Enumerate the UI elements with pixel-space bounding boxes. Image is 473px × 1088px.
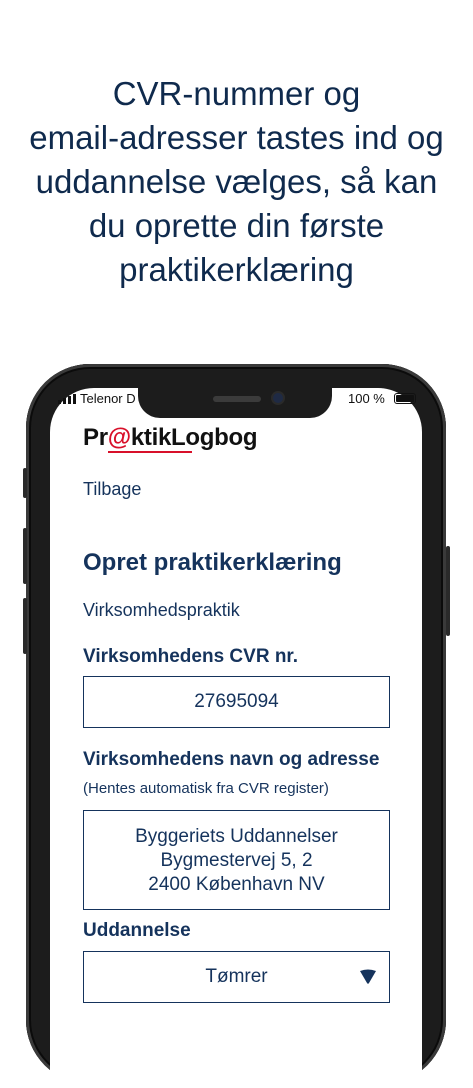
phone-notch <box>138 388 332 418</box>
address-line-street: Bygmestervej 5, 2 <box>160 850 313 871</box>
dropdown-arrow-icon <box>360 969 376 984</box>
logo-text-prefix: Pr <box>83 424 108 451</box>
company-address-field: Byggeriets Uddannelser Bygmestervej 5, 2… <box>83 810 390 910</box>
battery-percentage: 100 % <box>348 391 385 406</box>
cvr-input[interactable]: 27695094 <box>83 676 390 728</box>
company-address-hint: (Hentes automatisk fra CVR register) <box>83 780 329 797</box>
signal-strength-icon <box>58 394 76 404</box>
back-link[interactable]: Tilbage <box>83 479 141 500</box>
education-label: Uddannelse <box>83 920 191 941</box>
education-select[interactable]: Tømrer <box>83 951 390 1003</box>
phone-mute-switch <box>23 468 27 498</box>
battery-icon <box>394 393 416 404</box>
company-address-label: Virksomhedens navn og adresse <box>83 749 380 770</box>
practice-type-label: Virksomhedspraktik <box>83 600 240 620</box>
phone-volume-up-button <box>23 528 27 584</box>
logo-text-suffix: ktikLogbog <box>130 424 258 451</box>
carrier-name: Telenor D <box>80 391 136 406</box>
address-line-company: Byggeriets Uddannelser <box>135 826 338 847</box>
page-title: Opret praktikerklæring <box>83 549 342 576</box>
address-line-city: 2400 København NV <box>148 874 325 895</box>
logo-at-symbol: @ <box>107 424 131 451</box>
app-logo: Pr@ktikLogbog <box>83 424 257 452</box>
logo-underline <box>108 451 192 453</box>
speaker-grille <box>213 396 261 402</box>
phone-volume-down-button <box>23 598 27 654</box>
front-camera <box>273 393 283 403</box>
education-selected-value: Tømrer <box>205 966 268 987</box>
phone-power-button <box>446 546 450 636</box>
promo-headline: CVR-nummer og email-adresser tastes ind … <box>29 75 444 288</box>
cvr-label: Virksomhedens CVR nr. <box>83 646 299 667</box>
